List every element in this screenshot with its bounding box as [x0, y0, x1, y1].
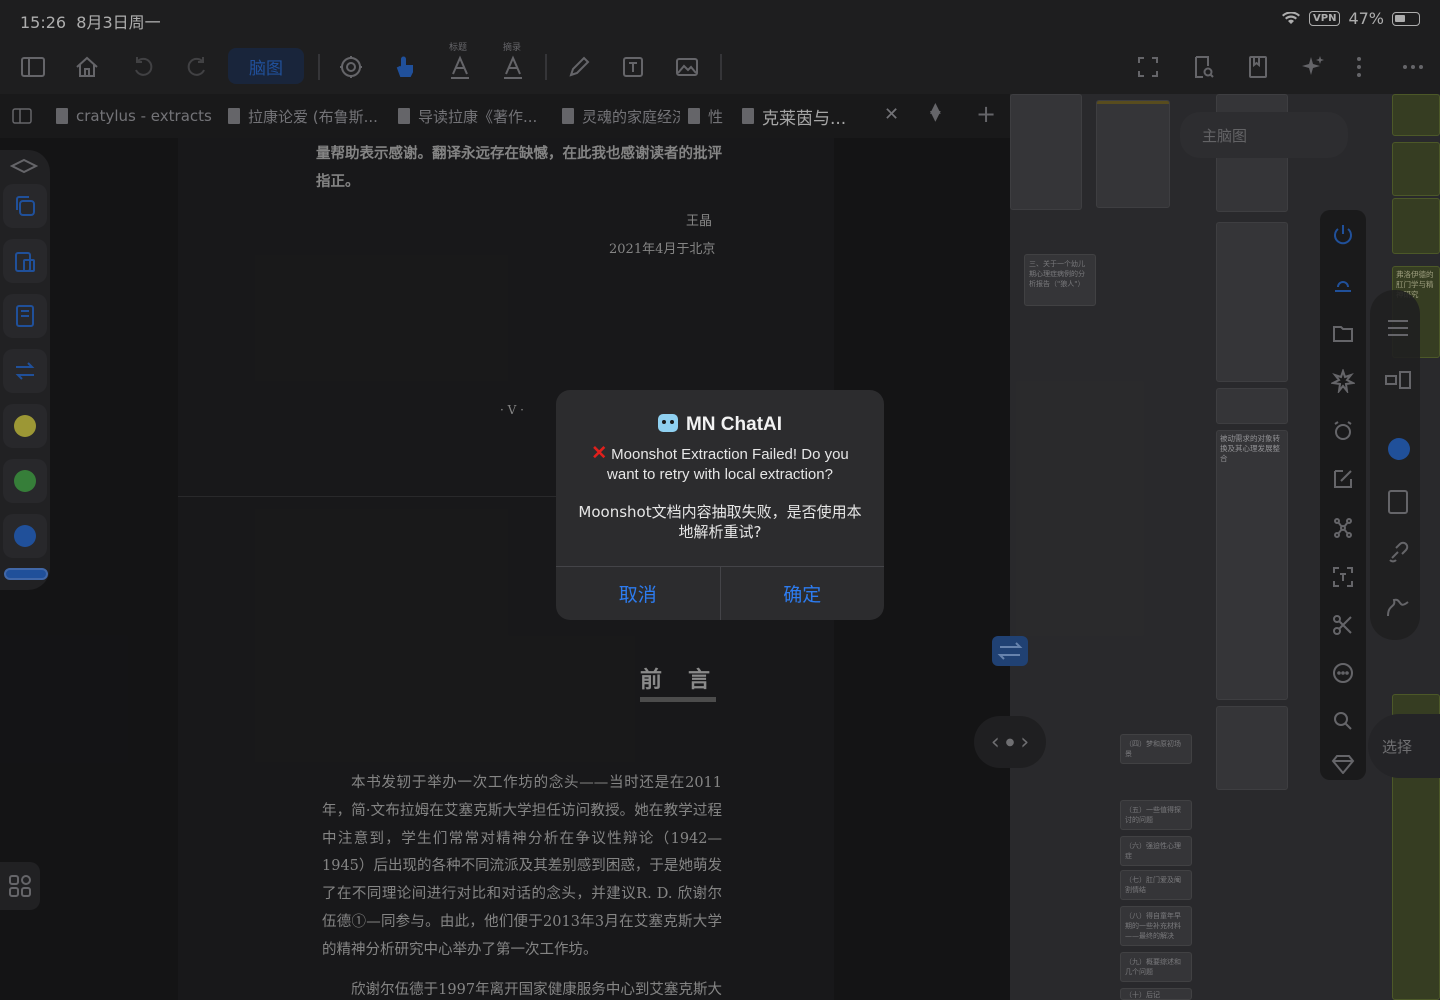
confirm-button[interactable]: 确定 — [719, 567, 885, 620]
dialog-message-en: ✕ Moonshot Extraction Failed! Do you want… — [591, 443, 849, 484]
dialog-title: MN ChatAI — [556, 414, 884, 436]
robot-icon — [657, 414, 678, 432]
error-x-icon: ✕ — [591, 443, 608, 464]
dialog-message-zh: Moonshot文档内容抽取失败，是否使用本地解析重试? — [578, 503, 862, 541]
dialog-buttons: 取消 确定 — [556, 566, 884, 620]
cancel-button[interactable]: 取消 — [556, 567, 720, 620]
alert-dialog: MN ChatAI ✕ Moonshot Extraction Failed! D… — [556, 390, 884, 620]
